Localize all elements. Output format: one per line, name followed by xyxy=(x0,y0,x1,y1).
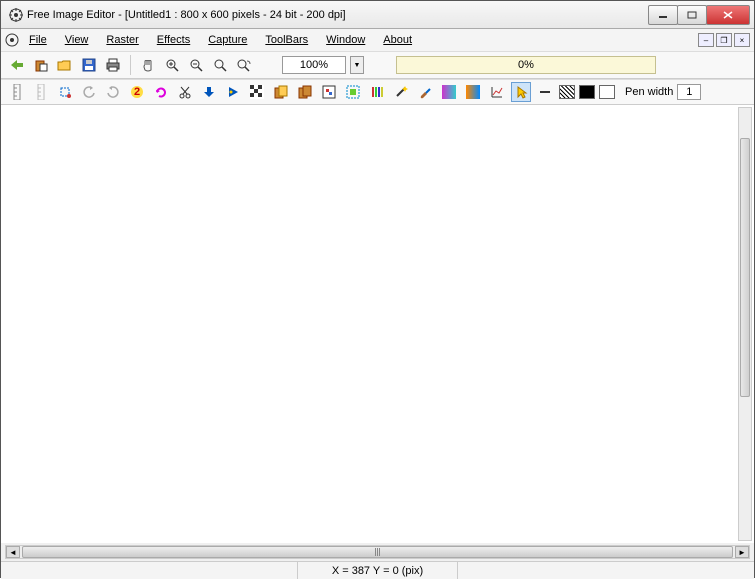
copy-icon[interactable] xyxy=(271,82,291,102)
gradient2-icon[interactable] xyxy=(463,82,483,102)
toolbar-main: ▼ 0% xyxy=(1,51,754,79)
progress-bar: 0% xyxy=(396,56,656,74)
grid-icon[interactable] xyxy=(319,82,339,102)
line-icon[interactable] xyxy=(535,82,555,102)
menu-effects[interactable]: Effects xyxy=(149,32,198,48)
status-bar: X = 387 Y = 0 (pix) xyxy=(1,561,754,579)
zoom-fit-icon[interactable] xyxy=(210,55,230,75)
menu-file[interactable]: File xyxy=(21,32,55,48)
menu-raster[interactable]: Raster xyxy=(98,32,146,48)
window-title: Free Image Editor - [Untitled1 : 800 x 6… xyxy=(27,9,346,21)
mdi-close-button[interactable]: × xyxy=(734,33,750,47)
checker-icon[interactable] xyxy=(247,82,267,102)
zoom-out-icon[interactable] xyxy=(186,55,206,75)
close-button[interactable] xyxy=(706,5,750,25)
menu-bar: File View Raster Effects Capture ToolBar… xyxy=(1,29,754,51)
wand-icon[interactable] xyxy=(391,82,411,102)
select-icon[interactable] xyxy=(343,82,363,102)
menu-icon xyxy=(5,33,19,47)
canvas[interactable] xyxy=(7,105,736,543)
coords-text: X = 387 Y = 0 (pix) xyxy=(332,565,423,577)
pen-width-input[interactable] xyxy=(677,84,701,100)
paste-icon[interactable] xyxy=(31,55,51,75)
zoom-in-icon[interactable] xyxy=(162,55,182,75)
wave-down-icon[interactable] xyxy=(199,82,219,102)
open-icon[interactable] xyxy=(55,55,75,75)
save-icon[interactable] xyxy=(79,55,99,75)
ruler-v-icon[interactable] xyxy=(7,82,27,102)
mdi-restore-button[interactable]: ❐ xyxy=(716,33,732,47)
progress-label: 0% xyxy=(518,59,534,71)
menu-toolbars[interactable]: ToolBars xyxy=(257,32,316,48)
zoom-input[interactable] xyxy=(282,56,346,74)
status-cell-3 xyxy=(457,562,754,579)
vertical-scrollbar[interactable] xyxy=(738,107,752,541)
fg-swatch[interactable] xyxy=(579,85,595,99)
zoom-dropdown[interactable]: ▼ xyxy=(350,56,364,74)
pointer-icon[interactable] xyxy=(511,82,531,102)
pen-width-label: Pen width xyxy=(625,86,673,98)
minimize-button[interactable] xyxy=(648,5,678,25)
status-cell-1 xyxy=(1,562,297,579)
maximize-button[interactable] xyxy=(677,5,707,25)
bg-swatch[interactable] xyxy=(599,85,615,99)
svg-text:2: 2 xyxy=(134,86,140,98)
crop-icon[interactable] xyxy=(55,82,75,102)
horizontal-scrollbar[interactable]: ◄ ► xyxy=(5,545,750,559)
gradient1-icon[interactable] xyxy=(439,82,459,102)
undo-icon[interactable] xyxy=(7,55,27,75)
mdi-minimize-button[interactable]: – xyxy=(698,33,714,47)
cut-icon[interactable] xyxy=(175,82,195,102)
menu-capture[interactable]: Capture xyxy=(200,32,255,48)
status-coords: X = 387 Y = 0 (pix) xyxy=(297,562,457,579)
app-icon xyxy=(9,8,23,22)
zoom-region-icon[interactable] xyxy=(234,55,254,75)
refresh-icon[interactable] xyxy=(151,82,171,102)
separator xyxy=(130,55,131,75)
menu-window[interactable]: Window xyxy=(318,32,373,48)
hand-icon[interactable] xyxy=(138,55,158,75)
hatch-swatch[interactable] xyxy=(559,85,575,99)
vscroll-thumb[interactable] xyxy=(740,138,750,397)
hscroll-left-button[interactable]: ◄ xyxy=(6,546,20,558)
rotate-right-icon[interactable] xyxy=(103,82,123,102)
title-bar: Free Image Editor - [Untitled1 : 800 x 6… xyxy=(1,1,754,29)
hscroll-row: ◄ ► xyxy=(1,543,754,561)
ruler-v2-icon[interactable] xyxy=(31,82,51,102)
toolbar-effects: 2 Pen width xyxy=(1,79,754,105)
pencils-icon[interactable] xyxy=(367,82,387,102)
hscroll-right-button[interactable]: ► xyxy=(735,546,749,558)
menu-about[interactable]: About xyxy=(375,32,420,48)
number-2-icon[interactable]: 2 xyxy=(127,82,147,102)
menu-view[interactable]: View xyxy=(57,32,97,48)
canvas-area xyxy=(1,105,754,543)
print-icon[interactable] xyxy=(103,55,123,75)
chart-icon[interactable] xyxy=(487,82,507,102)
brush-icon[interactable] xyxy=(415,82,435,102)
hscroll-thumb[interactable] xyxy=(22,546,733,558)
play-icon[interactable] xyxy=(223,82,243,102)
rotate-left-icon[interactable] xyxy=(79,82,99,102)
copy2-icon[interactable] xyxy=(295,82,315,102)
